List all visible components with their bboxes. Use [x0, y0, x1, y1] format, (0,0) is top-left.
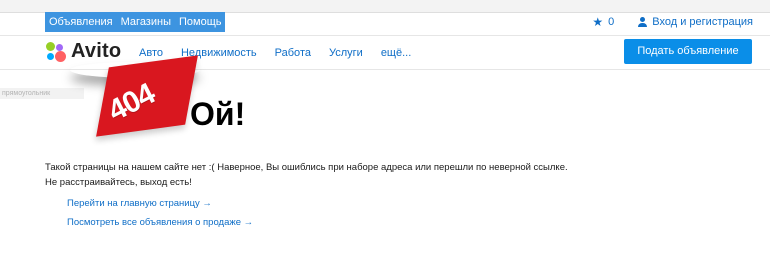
error-message: Такой страницы на нашем сайте нет :( Нав… [45, 160, 568, 190]
error-headline: Ой! [190, 96, 246, 132]
logo-dots-icon [45, 41, 67, 63]
user-icon [638, 17, 648, 27]
category-more-link[interactable]: ещё... [381, 47, 411, 59]
placeholder-label: прямоугольник [0, 88, 84, 99]
error-message-line1: Такой страницы на нашем сайте нет :( Нав… [45, 162, 568, 173]
avito-logo[interactable]: Avito [45, 40, 121, 63]
topnav-help-link[interactable]: Помощь [175, 12, 226, 32]
user-area: ★ 0 Вход и регистрация [592, 15, 753, 29]
star-icon[interactable]: ★ [592, 15, 603, 29]
topnav-shops-link[interactable]: Магазины [117, 12, 175, 32]
error-message-line2: Не расстраивайтесь, выход есть! [45, 177, 192, 188]
top-nav: Объявления Магазины Помощь [45, 12, 226, 32]
login-link[interactable]: Вход и регистрация [652, 16, 753, 28]
home-link[interactable]: Перейти на главную страницу → [67, 198, 253, 209]
category-auto-link[interactable]: Авто [139, 47, 163, 59]
category-services-link[interactable]: Услуги [329, 47, 363, 59]
category-jobs-link[interactable]: Работа [275, 47, 311, 59]
favorites-count[interactable]: 0 [608, 16, 614, 28]
logo-text: Avito [71, 40, 122, 62]
all-ads-link[interactable]: Посмотреть все объявления о продаже → [67, 217, 253, 228]
error-links: Перейти на главную страницу → Посмотреть… [67, 198, 253, 236]
top-bar: Объявления Магазины Помощь ★ 0 Вход и ре… [0, 0, 770, 36]
post-ad-button[interactable]: Подать объявление [624, 39, 752, 64]
topnav-ads-link[interactable]: Объявления [45, 12, 117, 32]
